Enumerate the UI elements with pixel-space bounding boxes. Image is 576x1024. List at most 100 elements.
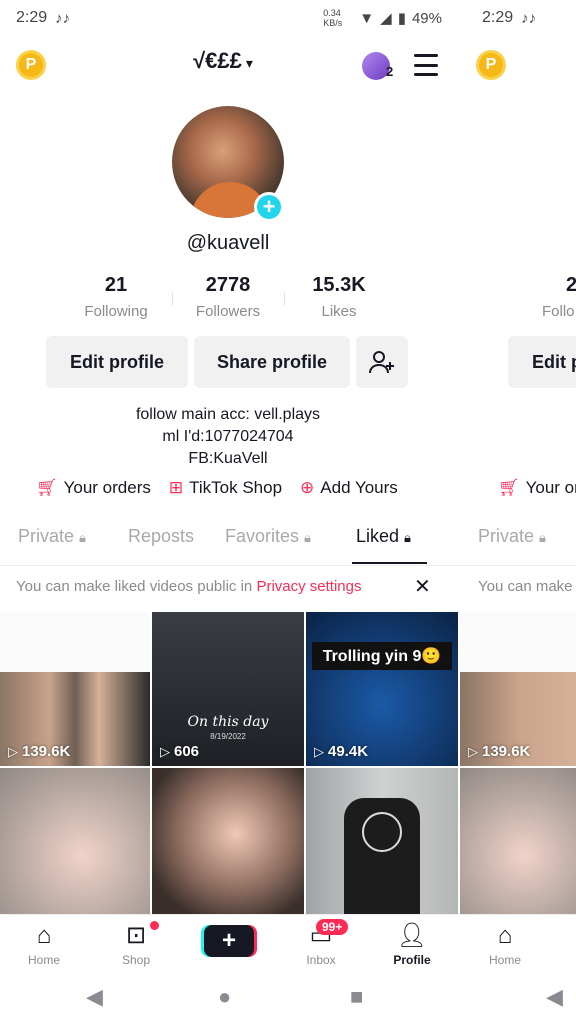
status-time: 2:29 — [16, 9, 48, 26]
nav-label: Shop — [121, 953, 151, 967]
view-count: ▷ 606 — [160, 743, 199, 760]
add-friends-button[interactable] — [356, 336, 408, 388]
stat-value: 15.3K — [312, 274, 366, 296]
stat-label: Following — [84, 303, 148, 320]
peek-tab-label: Private — [478, 526, 535, 546]
tab-label: Private — [18, 526, 75, 546]
inbox-badge: 99+ — [316, 919, 349, 935]
video-thumbnail[interactable] — [152, 768, 304, 914]
tiktok-notification-icon: ♪♪ — [55, 9, 71, 27]
tab-liked[interactable]: Liked 🔒︎ — [356, 526, 411, 547]
peek-stat: 2 Follo — [530, 274, 576, 320]
play-icon: ▷ — [8, 743, 18, 759]
stat-likes[interactable]: 15.3K Likes — [289, 274, 389, 320]
peek-links: 🛒︎ Your or — [498, 478, 576, 498]
video-thumbnail[interactable]: On this day 8/19/2022 ▷ 606 — [152, 612, 304, 766]
play-icon: ▷ — [314, 743, 324, 759]
status-indicators: 0.34 KB/s ▼ ◢ ▮ 49% — [323, 0, 442, 36]
wifi-icon: ▼ — [359, 9, 375, 27]
lock-icon: 🔒︎ — [304, 530, 311, 545]
nav-label: Inbox — [306, 953, 336, 967]
lock-icon: 🔒︎ — [539, 530, 546, 545]
view-count: ▷ 139.6K — [8, 743, 70, 760]
stat-following[interactable]: 21 Following — [66, 274, 166, 320]
battery-icon: ▮ — [397, 10, 406, 27]
tiktok-notification-icon: ♪♪ — [521, 9, 537, 27]
network-speed: 0.34 KB/s — [323, 8, 343, 28]
recents-icon[interactable]: ■ — [350, 984, 363, 1010]
view-count-value: 606 — [174, 743, 200, 760]
divider — [172, 292, 173, 306]
view-count: ▷ 49.4K — [314, 743, 368, 760]
video-date: 8/19/2022 — [210, 732, 246, 741]
tab-favorites[interactable]: Favorites 🔒︎ — [225, 526, 311, 547]
home-icon: ⌂ — [36, 922, 52, 949]
video-thumbnail[interactable] — [306, 768, 458, 914]
video-thumbnail[interactable]: ▷ 139.6K — [0, 612, 150, 766]
video-thumbnail[interactable] — [0, 768, 150, 914]
play-icon: ▷ — [468, 743, 478, 759]
notice-text: You can make liked videos public in — [16, 578, 257, 595]
notification-dot — [150, 921, 159, 930]
your-orders-link[interactable]: 🛒︎ Your orders — [36, 478, 151, 498]
nav-shop[interactable]: ⊡ Shop — [101, 921, 171, 967]
bio-line: follow main acc: vell.plays — [135, 406, 321, 423]
menu-icon[interactable] — [414, 54, 438, 76]
view-count: ▷ 139.6K — [468, 743, 530, 760]
tab-reposts[interactable]: Reposts — [128, 526, 194, 547]
peek-nav-home: ⌂ Home — [470, 921, 540, 967]
close-icon[interactable]: ✕ — [414, 574, 431, 599]
account-name: √€££ — [193, 48, 242, 73]
video-thumbnail[interactable]: Trolling yin 9🙂 ▷ 49.4K — [306, 612, 458, 766]
home-circle-icon[interactable]: ● — [218, 984, 231, 1010]
peek-tab: Private 🔒︎ — [478, 526, 546, 547]
profile-links: 🛒︎ Your orders ⊞ TikTok Shop ⊕ Add Yours — [36, 478, 398, 498]
stat-followers[interactable]: 2778 Followers — [178, 274, 278, 320]
video-caption: Trolling yin 9🙂 — [312, 642, 452, 670]
stat-value: 21 — [104, 274, 128, 296]
cart-icon: 🛒︎ — [36, 478, 58, 497]
peek-status: 2:29 ♪♪ — [482, 0, 536, 36]
nav-label: Home — [27, 953, 60, 967]
add-photo-icon[interactable]: + — [254, 192, 284, 222]
link-label: Add Yours — [320, 478, 398, 497]
share-profile-button[interactable]: Share profile — [194, 336, 350, 388]
stat-label: Likes — [321, 303, 357, 320]
bottom-nav: ⌂ Home ⊡ Shop + ▭ Inbox 99+ 👤︎ Profile ⌂… — [0, 914, 576, 972]
cart-icon: 🛒︎ — [498, 478, 520, 497]
peek-stat-value: 2 — [566, 274, 576, 296]
home-icon: ⌂ — [497, 922, 513, 949]
lock-icon: 🔒︎ — [79, 530, 86, 545]
divider — [284, 292, 285, 306]
back-icon: ◀ — [546, 984, 563, 1009]
tiktok-shop-link[interactable]: ⊞ TikTok Shop — [169, 478, 282, 498]
battery-level: 49% — [411, 9, 442, 27]
nav-label: Home — [488, 953, 521, 967]
nav-profile[interactable]: 👤︎ Profile — [377, 921, 447, 967]
content-tabs: Private 🔒︎ Reposts Favorites 🔒︎ Liked 🔒︎ — [0, 526, 456, 566]
bio-line: ml I'd:1077024704 — [162, 428, 294, 445]
privacy-notice: You can make liked videos public in Priv… — [16, 578, 361, 595]
profile-icon: 👤︎ — [396, 922, 428, 949]
nav-home[interactable]: ⌂ Home — [9, 921, 79, 967]
system-nav: ◀ ● ■ ◀ — [0, 972, 576, 1024]
lock-icon: 🔒︎ — [404, 530, 411, 545]
signal-icon: ◢ — [380, 10, 392, 27]
create-button[interactable]: + — [204, 925, 254, 957]
edit-profile-button[interactable]: Edit profile — [46, 336, 188, 388]
username: @kuavell — [186, 232, 270, 254]
link-label: TikTok Shop — [189, 478, 283, 497]
tab-label: Reposts — [128, 526, 195, 546]
tab-private[interactable]: Private 🔒︎ — [18, 526, 86, 547]
peek-notice: You can make — [478, 578, 573, 595]
peek-edit-button: Edit p — [508, 336, 576, 388]
privacy-settings-link[interactable]: Privacy settings — [256, 578, 361, 595]
add-yours-link[interactable]: ⊕ Add Yours — [300, 478, 398, 498]
nav-label: Profile — [393, 953, 431, 967]
tab-label: Liked — [356, 526, 400, 546]
play-icon: ▷ — [160, 743, 170, 759]
bio: follow main acc: vell.plays ml I'd:10770… — [0, 404, 456, 470]
peek-orders-link: 🛒︎ Your or — [498, 478, 576, 498]
view-count-value: 49.4K — [328, 743, 369, 760]
back-icon[interactable]: ◀ — [86, 984, 103, 1010]
